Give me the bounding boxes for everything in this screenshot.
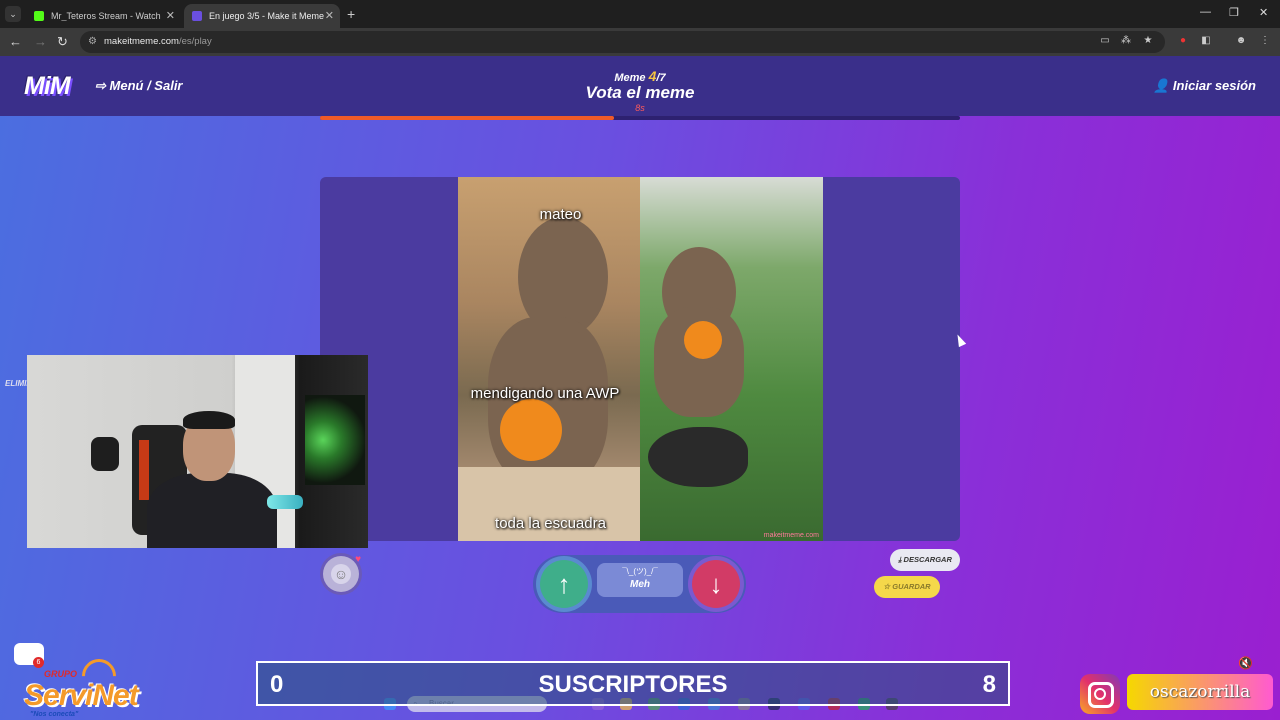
streamer-body-image (147, 473, 277, 548)
tab-title: En juego 3/5 - Make it Meme (209, 11, 325, 21)
arrow-up-icon: ↑ (557, 569, 571, 599)
meme-image: mateo mendigando una AWP toda la escuadr… (458, 177, 823, 541)
phase-title: Vota el meme (585, 83, 695, 102)
forward-icon[interactable]: → (34, 34, 47, 49)
side-mirror-image (648, 427, 748, 487)
game-header: MiM ⇨ Menú / Salir Meme 4/7 Vota el meme… (0, 56, 1280, 116)
arrow-down-icon: ↓ (709, 569, 723, 599)
back-icon[interactable]: ← (9, 34, 22, 49)
address-bar[interactable]: ⚙ makeitmeme.com/es/play (80, 31, 1165, 53)
reaction-button[interactable]: ☺ ♥ (323, 554, 361, 592)
profile-icon[interactable]: ☻ (1235, 35, 1247, 47)
reload-icon[interactable]: ↻ (57, 34, 68, 50)
browser-tab-bar: ⌄ Mr_Teteros Stream - Watch Live ✕ En ju… (0, 0, 1280, 28)
webcam-overlay (27, 355, 368, 548)
extensions-icon[interactable]: ◧ (1200, 35, 1212, 47)
download-button[interactable]: ⤓ DESCARGAR (890, 549, 960, 571)
upvote-button[interactable]: ↑ (540, 560, 588, 608)
webcam-microphone-image (267, 495, 303, 509)
instagram-handle: oscazorrilla (1127, 674, 1273, 710)
mute-icon[interactable]: 🔇 (1238, 656, 1253, 670)
download-label: DESCARGAR (903, 555, 952, 564)
subs-right-count: 8 (982, 671, 996, 698)
shrug-text: ¯\_(ツ)_/¯ (622, 567, 658, 576)
login-label: Iniciar sesión (1172, 78, 1256, 93)
star-icon[interactable]: ★ (1142, 35, 1154, 47)
meme-caption-bottom: toda la escuadra (495, 515, 606, 532)
heart-icon: ♥ (355, 554, 361, 565)
star-icon: ☆ (883, 582, 891, 591)
instagram-icon (1080, 674, 1120, 714)
meme-caption-top: mateo (539, 206, 582, 223)
timer-progress-bar (320, 116, 960, 120)
sponsor-logo: GRUPO ServiNet "Nos conecta" (0, 645, 160, 720)
tab-make-it-meme[interactable]: En juego 3/5 - Make it Meme ✕ (184, 4, 340, 28)
tab-stream[interactable]: Mr_Teteros Stream - Watch Live ✕ (26, 4, 181, 28)
meme-watermark: makeitmeme.com (763, 532, 819, 539)
restore-icon[interactable]: ❐ (1229, 6, 1239, 19)
webcam-backpack-image (91, 437, 119, 471)
save-label: GUARDAR (892, 582, 931, 591)
user-icon: 👤 (1153, 78, 1170, 93)
meme-panel-left (458, 177, 640, 541)
more-icon[interactable]: ⋮ (1259, 35, 1271, 47)
sponsor-name: ServiNet (24, 679, 139, 712)
streamer-hair-image (183, 411, 235, 429)
smiley-icon: ☺ (331, 564, 351, 584)
webcam-lights-image (305, 395, 365, 485)
cast-icon[interactable]: ▭ (1099, 35, 1111, 47)
close-window-icon[interactable]: ✕ (1259, 6, 1268, 19)
webcam-streamer-image (137, 411, 277, 548)
save-button[interactable]: ☆ GUARDAR (874, 576, 940, 598)
meme-counter: Meme 4/7 (614, 68, 666, 84)
translate-icon[interactable]: ⁂ (1120, 35, 1132, 47)
meh-vote-button[interactable]: ¯\_(ツ)_/¯ Meh (597, 563, 683, 597)
timer: 8s (635, 103, 645, 113)
close-tab-icon[interactable]: ✕ (166, 9, 175, 22)
close-tab-icon[interactable]: ✕ (325, 9, 334, 22)
meh-label: Meh (630, 579, 650, 590)
orange-image (500, 399, 562, 461)
kick-icon (34, 11, 44, 21)
sponsor-grupo: GRUPO (44, 669, 78, 679)
mim-favicon-icon (192, 11, 202, 21)
downvote-button[interactable]: ↓ (692, 560, 740, 608)
sponsor-slogan: "Nos conecta" (30, 711, 79, 718)
browser-toolbar: ← → ↻ ⚙ makeitmeme.com/es/play ▭ ⁂ ★ ● ◧… (0, 28, 1280, 56)
url-text: makeitmeme.com/es/play (104, 36, 212, 47)
new-tab-icon[interactable]: + (347, 6, 355, 22)
meme-panel-right (640, 177, 823, 541)
minimize-icon[interactable]: — (1200, 6, 1211, 18)
login-button[interactable]: 👤 Iniciar sesión (1153, 78, 1256, 94)
orange-image (684, 321, 722, 359)
timer-progress-fill (320, 116, 615, 120)
subscribers-counter: 0 SUSCRIPTORES 8 (256, 661, 1010, 706)
tab-search-dropdown[interactable]: ⌄ (5, 6, 21, 22)
site-info-icon[interactable]: ⚙ (88, 36, 97, 47)
download-icon: ⤓ (898, 555, 902, 564)
meme-caption-middle: mendigando una AWP (470, 385, 620, 402)
tab-title: Mr_Teteros Stream - Watch Live (51, 11, 163, 21)
subs-title: SUSCRIPTORES (538, 671, 728, 698)
extension-icon[interactable]: ● (1177, 35, 1189, 47)
